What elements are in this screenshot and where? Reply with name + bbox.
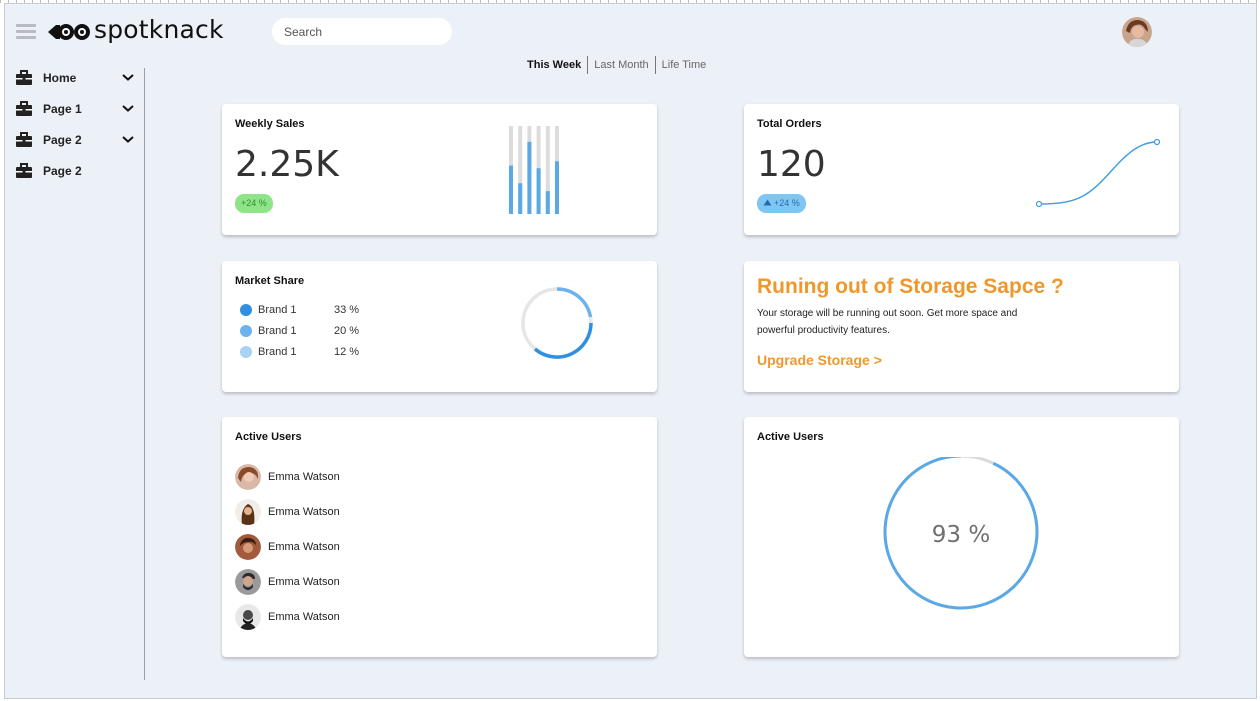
brand-name: Brand 1 xyxy=(258,324,297,337)
storage-title: Runing out of Storage Sapce ? xyxy=(757,275,1064,298)
sidebar-item-page-1[interactable]: Page 1 xyxy=(15,93,135,124)
orders-trend-line xyxy=(1035,138,1161,208)
brand-name: spotknack xyxy=(94,15,224,44)
sales-bar xyxy=(536,168,541,214)
tab-this-week[interactable]: This Week xyxy=(527,59,587,71)
orders-change-text: +24 % xyxy=(774,198,800,208)
card-title: Active Users xyxy=(235,431,302,443)
list-item[interactable]: Emma Watson xyxy=(235,494,340,529)
tab-last-month[interactable]: Last Month xyxy=(588,59,654,71)
tab-life-time[interactable]: Life Time xyxy=(656,59,713,71)
briefcase-icon xyxy=(16,69,32,85)
user-name: Emma Watson xyxy=(268,505,340,518)
donut-segment xyxy=(533,322,593,359)
brand-name: Brand 1 xyxy=(258,303,297,316)
brand-share: 20 % xyxy=(334,324,360,337)
total-orders-card: Total Orders 120 +24 % xyxy=(744,104,1179,235)
legend-dot xyxy=(240,303,252,316)
storage-description: Your storage will be running out soon. G… xyxy=(757,308,1018,336)
list-item[interactable]: Emma Watson xyxy=(235,564,340,599)
sidebar-nav: Home Page 1 Page 2 Page 2 xyxy=(15,62,135,186)
user-name: Emma Watson xyxy=(268,610,340,623)
sidebar-item-page-2[interactable]: Page 2 xyxy=(15,124,135,155)
trend-end-point xyxy=(1153,138,1161,146)
user-avatar-icon xyxy=(235,533,261,560)
sidebar-item-page-2-b[interactable]: Page 2 xyxy=(15,155,135,186)
brand-name: Brand 1 xyxy=(258,345,297,358)
sales-bar xyxy=(555,161,559,214)
hamburger-icon[interactable] xyxy=(16,24,36,40)
chevron-down-icon[interactable] xyxy=(121,135,135,144)
legend-row: Brand 1 20 % xyxy=(240,320,359,341)
brand-share: 12 % xyxy=(334,345,360,358)
card-title: Total Orders xyxy=(757,118,822,130)
weekly-sales-bar-chart xyxy=(509,126,559,214)
sidebar-item-label: Page 1 xyxy=(43,101,82,116)
card-title: Active Users xyxy=(757,431,824,443)
storage-promo-card: Runing out of Storage Sapce ? Your stora… xyxy=(744,261,1179,392)
user-name: Emma Watson xyxy=(268,540,340,553)
legend-dot xyxy=(240,324,252,337)
sidebar-item-label: Page 2 xyxy=(43,163,82,178)
sales-change-badge: +24 % xyxy=(235,194,273,213)
sidebar-item-label: Page 2 xyxy=(43,132,82,147)
sales-bar xyxy=(518,183,523,214)
sidebar-item-home[interactable]: Home xyxy=(15,62,135,93)
profile-avatar[interactable] xyxy=(1122,17,1152,47)
legend-dot xyxy=(240,345,252,358)
sales-bar xyxy=(509,165,513,214)
trend-start-point xyxy=(1035,200,1043,208)
active-users-list: Emma Watson Emma Watson Emma Watson Emma… xyxy=(235,459,340,634)
list-item[interactable]: Emma Watson xyxy=(235,459,340,494)
donut-segment xyxy=(556,287,593,318)
user-avatar-icon xyxy=(1122,17,1152,47)
gauge-percent-label: 93 % xyxy=(932,522,990,548)
card-title: Weekly Sales xyxy=(235,118,305,130)
legend-row: Brand 1 33 % xyxy=(240,299,359,320)
active-users-gauge: 93 % xyxy=(883,457,1039,610)
list-item[interactable]: Emma Watson xyxy=(235,599,340,634)
upgrade-storage-link[interactable]: Upgrade Storage > xyxy=(757,352,882,368)
period-tabs: This Week Last Month Life Time xyxy=(527,56,712,74)
briefcase-icon xyxy=(16,162,32,178)
brand-share: 33 % xyxy=(334,303,360,316)
weekly-sales-card: Weekly Sales 2.25K +24 % xyxy=(222,104,657,235)
sales-bar xyxy=(545,191,550,214)
user-avatar-icon xyxy=(235,568,261,595)
user-avatar-icon xyxy=(235,603,261,630)
briefcase-icon xyxy=(16,131,32,147)
sales-bar xyxy=(527,141,532,214)
weekly-sales-value: 2.25K xyxy=(235,144,339,185)
market-share-legend: Brand 1 33 % Brand 1 20 % Brand 1 12 % xyxy=(240,299,359,362)
sidebar-divider xyxy=(144,68,145,680)
market-share-donut xyxy=(521,287,593,359)
sidebar-item-label: Home xyxy=(43,70,77,85)
user-avatar-icon xyxy=(235,463,261,490)
total-orders-value: 120 xyxy=(757,144,826,185)
briefcase-icon xyxy=(16,100,32,116)
user-name: Emma Watson xyxy=(268,470,340,483)
orders-change-badge: +24 % xyxy=(757,194,806,213)
legend-row: Brand 1 12 % xyxy=(240,341,359,362)
eyes-logo-icon xyxy=(48,24,90,40)
active-users-gauge-card: Active Users 93 % xyxy=(744,417,1179,657)
search-input[interactable] xyxy=(272,18,452,45)
triangle-up-icon xyxy=(763,199,772,206)
card-title: Market Share xyxy=(235,275,305,287)
chevron-down-icon[interactable] xyxy=(121,104,135,113)
active-users-list-card: Active Users Emma Watson Emma Watson Emm… xyxy=(222,417,657,657)
market-share-card: Market Share Brand 1 33 % Brand 1 20 % B… xyxy=(222,261,657,392)
user-avatar-icon xyxy=(235,498,261,525)
list-item[interactable]: Emma Watson xyxy=(235,529,340,564)
user-name: Emma Watson xyxy=(268,575,340,588)
chevron-down-icon[interactable] xyxy=(121,73,135,82)
